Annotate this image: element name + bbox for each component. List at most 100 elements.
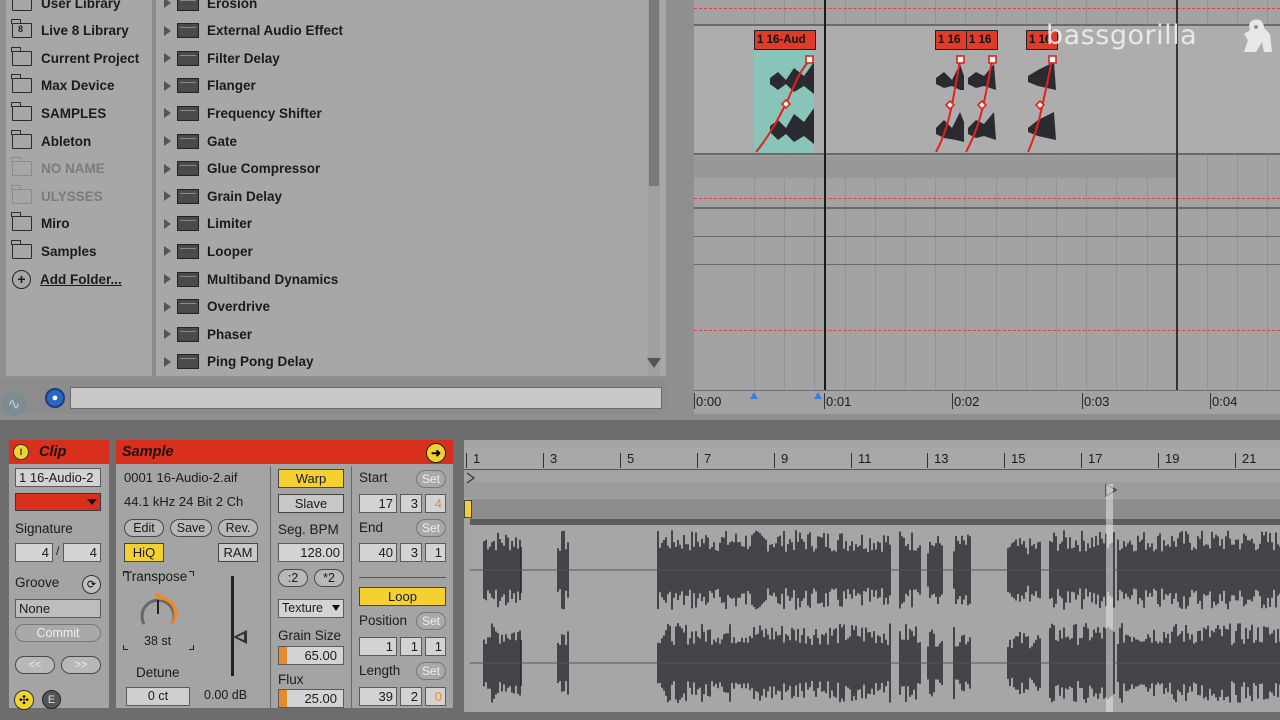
seg-bpm-field[interactable]: 128.00 [278,543,344,562]
place-item[interactable]: SAMPLES [11,101,106,124]
end-bar-field[interactable]: 40 [359,543,397,562]
warp-toggle[interactable]: Warp [278,469,344,488]
previous-clip-button[interactable]: << [15,656,55,674]
place-item[interactable]: ULYSSES [11,184,103,207]
arrangement-clip[interactable]: 1 16 [935,30,967,50]
commit-button[interactable]: Commit [15,624,101,642]
effect-folder-item[interactable]: Ping Pong Delay [164,351,314,373]
place-item[interactable]: 8 Live 8 Library [11,19,129,42]
place-item[interactable]: Ableton [11,129,91,152]
place-item[interactable]: Samples [11,239,97,262]
clip-name-field[interactable]: 1 16-Audio-2 [15,468,101,487]
effect-folder-item[interactable]: Glue Compressor [164,158,320,180]
disclosure-triangle-icon[interactable] [164,356,171,367]
position-beat-field[interactable]: 1 [400,637,422,656]
start-bar-field[interactable]: 17 [359,494,397,513]
clip-activator-icon[interactable]: I [13,444,29,460]
place-item[interactable]: Current Project [11,46,139,69]
warp-mode-chooser[interactable]: Texture [278,599,344,618]
position-set-button[interactable]: Set [416,612,446,630]
effect-folder-item[interactable]: Limiter [164,213,252,235]
place-item[interactable]: Max Device [11,74,115,97]
disclosure-triangle-icon[interactable] [164,246,171,257]
disclosure-triangle-icon[interactable] [164,80,171,91]
search-input[interactable] [70,387,662,409]
grain-size-field[interactable]: 65.00 [278,646,344,665]
start-sixteenth-field[interactable]: 4 [425,494,446,513]
length-sixteenth-field[interactable]: 0 [425,687,446,706]
loop-brace-markers[interactable] [748,391,828,401]
disclosure-triangle-icon[interactable] [164,108,171,119]
effect-folder-item[interactable]: Grain Delay [164,185,282,207]
start-beat-field[interactable]: 3 [400,494,422,513]
loop-start-flag-icon[interactable] [466,472,476,484]
volume-slider-track[interactable] [231,576,234,676]
envelope-view-toggle-icon[interactable]: E [42,690,61,709]
slave-toggle[interactable]: Slave [278,494,344,513]
place-item[interactable]: Miro [11,212,70,235]
effect-folder-item[interactable]: Multiband Dynamics [164,268,338,290]
edit-button[interactable]: Edit [124,519,164,537]
detune-field[interactable]: 0 ct [126,687,190,706]
transpose-knob[interactable] [136,594,180,634]
effect-folder-item[interactable]: Flanger [164,75,256,97]
signature-denominator[interactable]: 4 [63,543,101,562]
disclosure-triangle-icon[interactable] [164,274,171,284]
flux-field[interactable]: 25.00 [278,689,344,708]
add-folder-button[interactable]: + Add Folder... [12,268,122,290]
sample-view-toggle-icon[interactable]: ✣ [14,690,34,710]
effect-folder-item[interactable]: Filter Delay [164,47,280,69]
save-button[interactable]: Save [170,519,212,537]
loop-toggle[interactable]: Loop [359,587,446,606]
arrangement-playhead[interactable] [824,0,826,410]
effect-folder-item[interactable]: Erosion [164,0,257,14]
arrangement-clip[interactable]: 1 16 [966,30,998,50]
effect-folder-item[interactable]: Looper [164,240,253,262]
disclosure-triangle-icon[interactable] [164,53,171,64]
place-item[interactable]: NO NAME [11,157,105,180]
disclosure-triangle-icon[interactable] [164,0,171,8]
signature-numerator[interactable]: 4 [15,543,53,562]
position-bar-field[interactable]: 1 [359,637,397,656]
warp-marker-strip[interactable] [470,499,1280,519]
groove-chooser[interactable]: None [15,599,101,618]
effect-folder-item[interactable]: External Audio Effect [164,20,343,42]
effect-folder-item[interactable]: Frequency Shifter [164,102,322,124]
hot-swap-arrow-icon[interactable]: ➜ [426,443,446,463]
end-sixteenth-field[interactable]: 1 [425,543,446,562]
ram-toggle[interactable]: RAM [218,543,258,562]
sample-playhead[interactable] [1106,484,1113,712]
end-set-button[interactable]: Set [416,519,446,537]
hiq-toggle[interactable]: HiQ [124,543,164,562]
effects-scrollbar-thumb[interactable] [649,0,659,186]
effect-folder-item[interactable]: Phaser [164,323,252,345]
start-marker-handle[interactable] [464,500,472,518]
reverse-button[interactable]: Rev. [218,519,258,537]
disclosure-triangle-icon[interactable] [164,329,171,340]
length-set-button[interactable]: Set [416,662,446,680]
disclosure-triangle-icon[interactable] [164,136,171,146]
loop-brace-bar[interactable] [464,482,1280,498]
search-icon[interactable]: ● [45,388,65,408]
groove-hot-swap-icon[interactable]: ⟳ [82,575,101,594]
hot-swap-icon[interactable]: ∿ [2,392,26,416]
disclosure-triangle-icon[interactable] [164,218,171,229]
double-tempo-button[interactable]: *2 [314,569,344,587]
length-bar-field[interactable]: 39 [359,687,397,706]
length-beat-field[interactable]: 2 [400,687,422,706]
disclosure-triangle-icon[interactable] [164,25,171,36]
disclosure-triangle-icon[interactable] [164,191,171,202]
disclosure-triangle-icon[interactable] [164,301,171,312]
disclosure-triangle-icon[interactable] [164,163,171,174]
start-set-button[interactable]: Set [416,470,446,488]
half-tempo-button[interactable]: :2 [278,569,308,587]
position-sixteenth-field[interactable]: 1 [425,637,446,656]
arrangement-locator[interactable] [1176,0,1178,392]
next-clip-button[interactable]: >> [61,656,101,674]
place-item[interactable]: User Library [12,0,121,14]
scroll-down-arrow-icon[interactable] [647,358,661,368]
effect-folder-item[interactable]: Gate [164,130,237,152]
end-beat-field[interactable]: 3 [400,543,422,562]
arrangement-clip[interactable]: 1 16-Aud [754,30,816,50]
effect-folder-item[interactable]: Overdrive [164,296,270,318]
